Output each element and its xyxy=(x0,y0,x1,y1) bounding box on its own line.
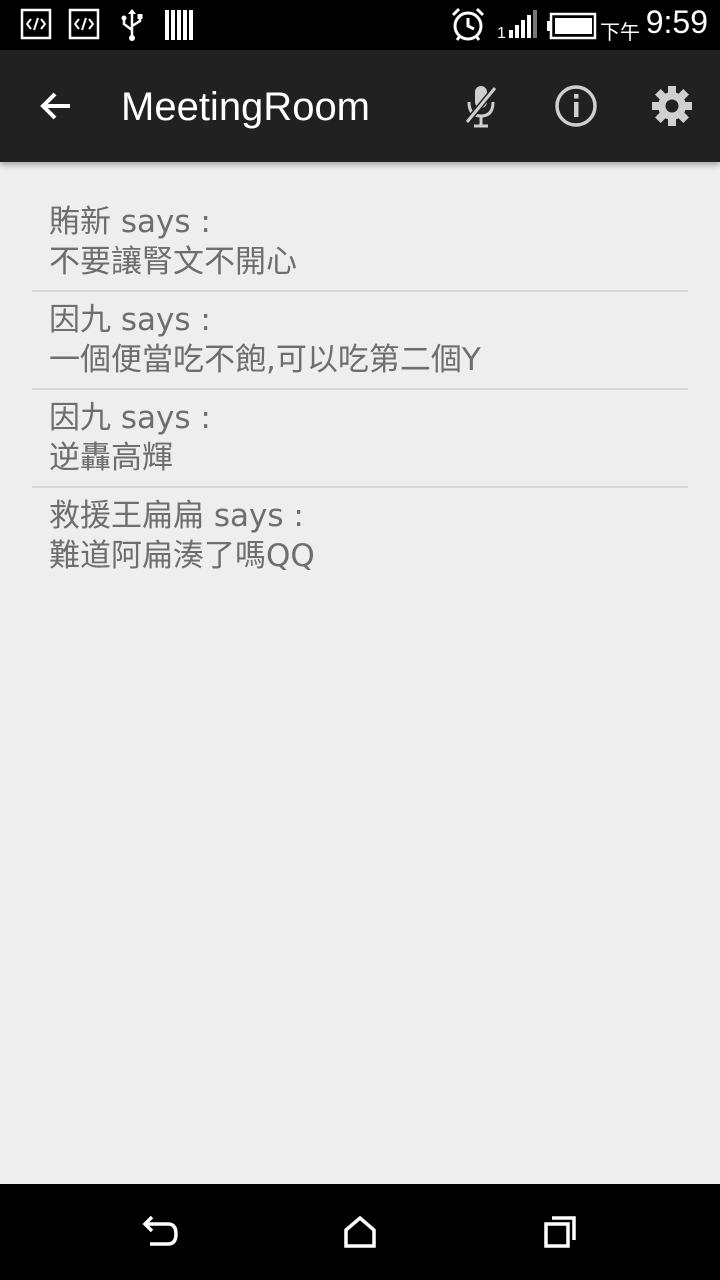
arrow-back-icon xyxy=(40,92,70,120)
message-item[interactable]: 救援王扁扁 says : 難道阿扁湊了嗎QQ xyxy=(32,488,688,584)
status-bar: 1 下午 9:59 xyxy=(0,0,720,50)
alarm-icon xyxy=(449,6,487,48)
message-text: 逆轟高輝 xyxy=(49,440,173,476)
message-list: 賄新 says : 不要讓腎文不開心 因九 says : 一個便當吃不飽,可以吃… xyxy=(32,194,688,584)
code-icon xyxy=(68,8,100,44)
nav-back-button[interactable] xyxy=(128,1200,192,1264)
settings-button[interactable] xyxy=(644,78,700,134)
status-ampm: 下午 xyxy=(600,20,640,44)
back-icon xyxy=(142,1215,178,1246)
message-item[interactable]: 賄新 says : 不要讓腎文不開心 xyxy=(32,194,688,292)
signal-label: 1 xyxy=(497,25,506,40)
message-text: 一個便當吃不飽,可以吃第二個Y xyxy=(49,342,481,378)
message-sender: 因九 says : xyxy=(49,400,211,436)
info-icon xyxy=(555,85,597,127)
back-button[interactable] xyxy=(28,78,84,134)
barcode-icon xyxy=(164,8,194,46)
app-bar: MeetingRoom xyxy=(0,50,720,162)
nav-home-button[interactable] xyxy=(328,1200,392,1264)
message-item[interactable]: 因九 says : 一個便當吃不飽,可以吃第二個Y xyxy=(32,292,688,390)
recents-icon xyxy=(544,1216,576,1248)
usb-icon xyxy=(116,8,148,46)
mic-off-icon xyxy=(464,86,498,128)
message-text: 難道阿扁湊了嗎QQ xyxy=(49,538,315,574)
page-title: MeetingRoom xyxy=(121,85,371,129)
mic-toggle-button[interactable] xyxy=(453,78,509,134)
message-sender: 救援王扁扁 says : xyxy=(49,498,304,534)
message-text: 不要讓腎文不開心 xyxy=(49,244,297,280)
status-time: 9:59 xyxy=(645,4,708,40)
info-button[interactable] xyxy=(548,78,604,134)
settings-icon xyxy=(652,86,692,126)
battery-icon xyxy=(547,12,597,44)
code-icon xyxy=(20,8,52,44)
navigation-bar xyxy=(0,1184,720,1280)
nav-recents-button[interactable] xyxy=(528,1200,592,1264)
message-sender: 因九 says : xyxy=(49,302,211,338)
message-sender: 賄新 says : xyxy=(49,204,211,240)
home-icon xyxy=(344,1215,376,1248)
message-item[interactable]: 因九 says : 逆轟高輝 xyxy=(32,390,688,488)
signal-icon: 1 xyxy=(497,10,539,44)
